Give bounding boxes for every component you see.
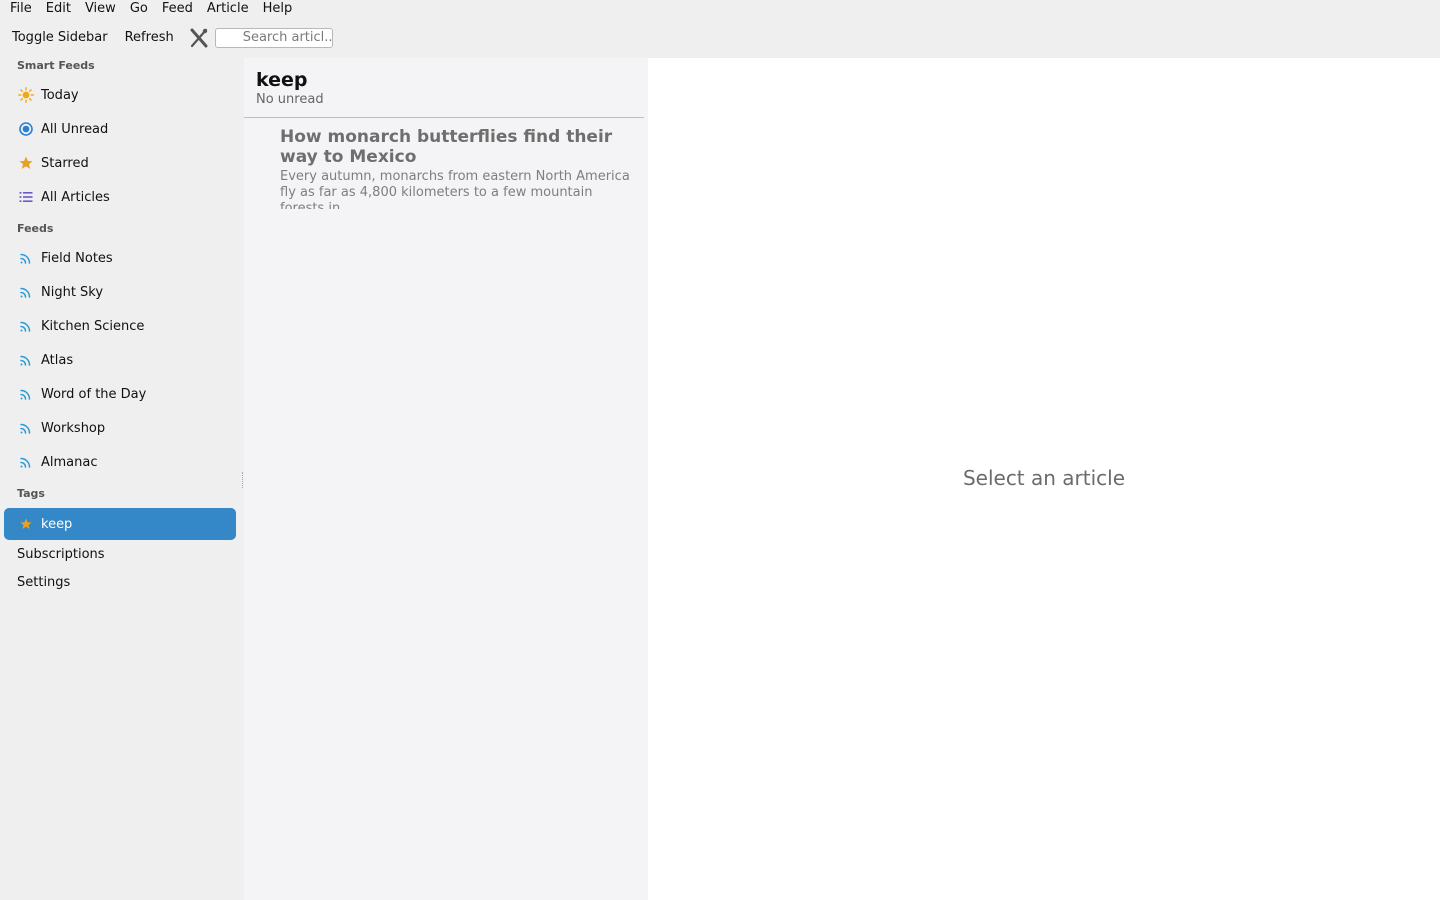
rss-icon [18, 318, 34, 334]
tools-icon[interactable] [188, 27, 210, 49]
sidebar-item-today[interactable]: Today [4, 79, 236, 111]
sidebar-item-atlas[interactable]: Atlas [4, 344, 236, 376]
article-list-pane: keep No unread How monarch butterflies f… [244, 58, 648, 900]
sidebar-item-starred[interactable]: Starred [4, 147, 236, 179]
article-list-header: keep No unread [256, 68, 324, 108]
sidebar-item-word-of-the-day[interactable]: Word of the Day [4, 378, 236, 410]
list-item[interactable]: How monarch butterflies find their way t… [280, 127, 634, 209]
sidebar-item-all-unread[interactable]: All Unread [4, 113, 236, 145]
sidebar-item-label: Word of the Day [41, 386, 147, 402]
sidebar-item-label: Atlas [41, 352, 74, 368]
tags-header: Tags [17, 487, 45, 500]
sidebar-item-label: keep [41, 516, 73, 532]
rss-icon [18, 454, 34, 470]
rss-icon [18, 420, 34, 436]
smart-feeds-header: Smart Feeds [17, 59, 95, 72]
list-icon [18, 189, 34, 205]
menu-file[interactable]: File [0, 0, 39, 17]
sidebar-item-night-sky[interactable]: Night Sky [4, 276, 236, 308]
sidebar: Smart Feeds Today All Unread Starred All… [0, 58, 244, 900]
divider [244, 117, 644, 118]
menu-view[interactable]: View [75, 0, 123, 17]
unread-dot-icon [18, 121, 34, 137]
rss-icon [18, 386, 34, 402]
search-input[interactable] [214, 27, 333, 48]
sidebar-item-kitchen-science[interactable]: Kitchen Science [4, 310, 236, 342]
menu-bar: File Edit View Go Feed Article Help [0, 0, 1440, 17]
refresh-button[interactable]: Refresh [119, 28, 180, 48]
sidebar-item-label: All Articles [41, 189, 110, 205]
subscriptions-link[interactable]: Subscriptions [17, 547, 105, 562]
sun-icon [18, 87, 34, 103]
sidebar-item-workshop[interactable]: Workshop [4, 412, 236, 444]
sidebar-item-label: Night Sky [41, 284, 104, 300]
reader-pane: Select an article [648, 58, 1440, 900]
sidebar-item-label: Almanac [41, 454, 98, 470]
menu-article[interactable]: Article [197, 0, 256, 17]
menu-go[interactable]: Go [120, 0, 155, 17]
sidebar-item-label: Today [41, 87, 79, 103]
article-list-subtitle: No unread [256, 92, 324, 107]
sidebar-item-all-articles[interactable]: All Articles [4, 181, 236, 213]
sidebar-item-tag-keep[interactable]: keep [4, 508, 236, 540]
settings-link[interactable]: Settings [17, 575, 70, 590]
sidebar-item-label: Starred [41, 155, 89, 171]
menu-feed[interactable]: Feed [152, 0, 200, 17]
sidebar-item-label: Kitchen Science [41, 318, 145, 334]
sidebar-item-almanac[interactable]: Almanac [4, 446, 236, 478]
article-list-title: keep [256, 69, 308, 91]
star-icon [18, 516, 34, 532]
rss-icon [18, 352, 34, 368]
menu-edit[interactable]: Edit [36, 0, 78, 17]
empty-state-text: Select an article [962, 466, 1126, 490]
sidebar-item-label: Field Notes [41, 250, 113, 266]
menu-help[interactable]: Help [253, 0, 300, 17]
toolbar: Toggle Sidebar Refresh [0, 17, 1440, 58]
rss-icon [18, 284, 34, 300]
rss-icon [18, 250, 34, 266]
sidebar-item-field-notes[interactable]: Field Notes [4, 242, 236, 274]
sidebar-item-label: All Unread [41, 121, 109, 137]
sidebar-item-label: Workshop [41, 420, 106, 436]
star-icon [18, 155, 34, 171]
article-title: How monarch butterflies find their way t… [280, 127, 613, 167]
toggle-sidebar-button[interactable]: Toggle Sidebar [6, 28, 114, 48]
article-snippet: Every autumn, monarchs from eastern Nort… [280, 169, 630, 209]
feeds-header: Feeds [17, 222, 54, 235]
